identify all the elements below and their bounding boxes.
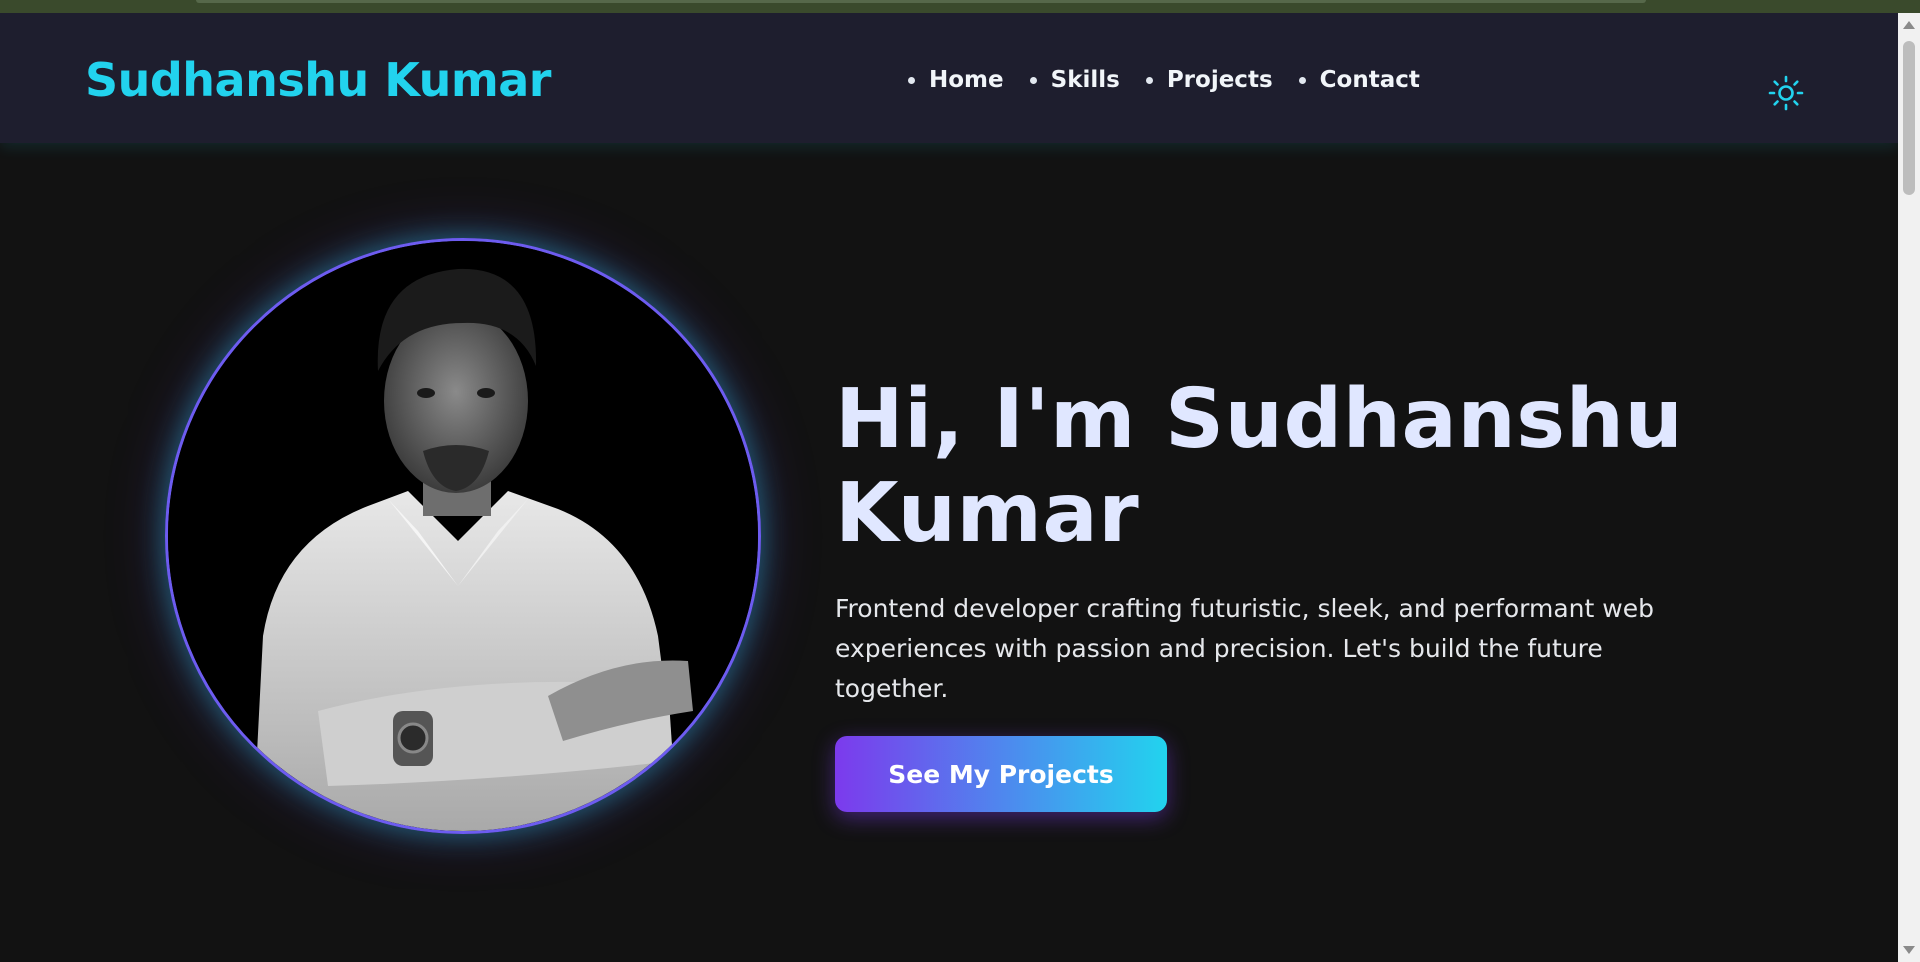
nav-item-projects[interactable]: Projects	[1145, 65, 1273, 95]
browser-tab-strip	[196, 0, 1646, 3]
nav-item-label: Skills	[1050, 67, 1120, 93]
profile-photo-frame	[165, 238, 761, 834]
nav-item-label: Projects	[1166, 67, 1273, 93]
brand-logo-text[interactable]: Sudhanshu Kumar	[85, 53, 551, 107]
page-scrollbar[interactable]	[1898, 13, 1920, 962]
page: Sudhanshu Kumar Home Skills Projects Con…	[0, 13, 1898, 962]
nav-item-label: Home	[929, 67, 1004, 93]
browser-top-bar	[0, 0, 1920, 13]
hero-description: Frontend developer crafting futuristic, …	[835, 594, 1654, 703]
bullet-icon	[1298, 76, 1306, 84]
nav-item-home[interactable]: Home	[908, 65, 1004, 95]
scroll-up-arrow-icon[interactable]	[1903, 21, 1915, 29]
navbar: Sudhanshu Kumar Home Skills Projects Con…	[0, 13, 1898, 143]
nav-item-skills[interactable]: Skills	[1029, 65, 1120, 95]
nav-links: Home Skills Projects Contact	[908, 65, 1446, 95]
bullet-icon	[1029, 76, 1037, 84]
bullet-icon	[1145, 76, 1153, 84]
hero-title: Hi, I'm Sudhanshu Kumar	[835, 372, 1684, 561]
hero-text-block: Hi, I'm Sudhanshu Kumar Frontend develop…	[835, 373, 1735, 709]
person-silhouette-icon	[168, 241, 758, 831]
scrollbar-thumb[interactable]	[1903, 41, 1915, 195]
theme-toggle-button[interactable]	[1768, 75, 1804, 111]
profile-photo	[165, 238, 761, 834]
bullet-icon	[908, 76, 915, 84]
nav-item-contact[interactable]: Contact	[1298, 65, 1420, 95]
see-my-projects-button[interactable]: See My Projects	[835, 736, 1167, 812]
scroll-down-arrow-icon[interactable]	[1903, 946, 1915, 954]
nav-item-label: Contact	[1319, 67, 1420, 93]
sun-icon	[1768, 75, 1804, 111]
